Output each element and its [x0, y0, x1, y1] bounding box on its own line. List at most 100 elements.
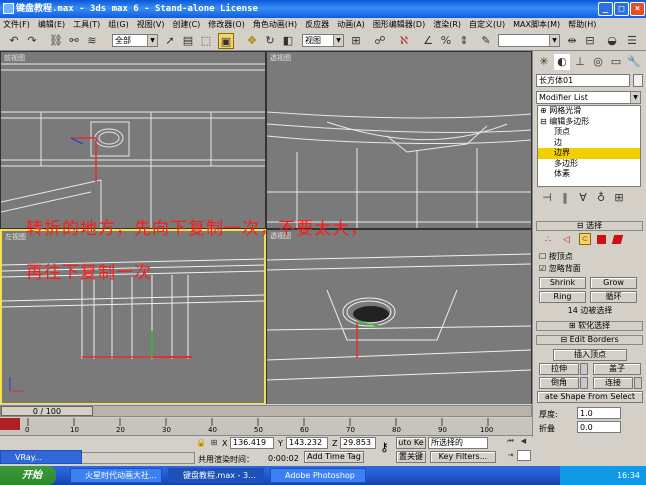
chamfer-button[interactable]: 倒角 [539, 377, 579, 389]
redo-icon[interactable]: ↷ [24, 33, 40, 49]
create-tab-icon[interactable]: ✳ [536, 54, 552, 70]
y-coordinate-field[interactable]: 143.232 [286, 437, 328, 449]
menu-animation[interactable]: 动画(A) [337, 18, 365, 31]
auto-key-button[interactable]: uto Ke [396, 437, 426, 449]
create-shape-button[interactable]: ate Shape From Select [537, 391, 643, 403]
transform-mode-icon[interactable]: ⊞ [208, 438, 220, 448]
by-vertex-checkbox[interactable]: ☐ 按顶点 [539, 251, 573, 262]
shrink-button[interactable]: Shrink [539, 277, 586, 289]
stack-item-border[interactable]: 边界 [538, 148, 640, 159]
menu-modifiers[interactable]: 修改器(O) [208, 18, 245, 31]
menu-tools[interactable]: 工具(T) [73, 18, 100, 31]
make-unique-icon[interactable]: ∀ [577, 190, 589, 206]
menu-customize[interactable]: 自定义(U) [469, 18, 505, 31]
remove-modifier-icon[interactable]: ♁ [595, 190, 607, 206]
pin-stack-icon[interactable]: ⊣ [541, 190, 553, 206]
element-mode-icon[interactable] [611, 235, 624, 244]
restore-button[interactable]: □ [614, 2, 629, 16]
add-time-tag-button[interactable]: Add Time Tag [304, 451, 364, 463]
move-icon[interactable]: ✥ [244, 33, 260, 49]
track-bar[interactable]: 0 10 20 30 40 50 60 70 80 90 100 [0, 418, 532, 436]
menu-graph-editors[interactable]: 图形编辑器(D) [373, 18, 425, 31]
named-selection-dropdown[interactable]: ▼ [498, 34, 560, 47]
spinner-snap-icon[interactable]: ⇕ [456, 33, 472, 49]
previous-frame-icon[interactable]: ◀ [518, 436, 529, 447]
render-icon[interactable]: ☰ [624, 33, 640, 49]
start-button[interactable]: 开始 [0, 466, 56, 485]
stack-item-polygon[interactable]: 多边形 [538, 159, 640, 170]
task-vray-small[interactable]: VRay... [0, 450, 82, 464]
motion-tab-icon[interactable]: ◎ [590, 54, 606, 70]
bind-spacewarp-icon[interactable]: ≋ [84, 33, 100, 49]
selection-rollout-header[interactable]: ⊟ 选择 [536, 221, 643, 231]
menu-views[interactable]: 视图(V) [137, 18, 165, 31]
key-filter-mode-dropdown[interactable]: 所选择的 [428, 437, 488, 449]
time-slider-thumb[interactable]: 0 / 100 [1, 406, 93, 416]
viewport-front[interactable]: 前视图 [0, 51, 266, 229]
selection-filter-dropdown[interactable]: 全部 ▼ [112, 34, 158, 47]
bridge-settings-button[interactable] [634, 377, 642, 389]
utilities-tab-icon[interactable]: 🔧 [626, 54, 642, 70]
time-slider[interactable]: 0 / 100 [0, 405, 532, 417]
extrude-button[interactable]: 拉伸 [539, 363, 579, 375]
ignore-backfacing-checkbox[interactable]: ☑ 忽略背面 [539, 263, 581, 274]
menu-reactor[interactable]: 反应器 [305, 18, 329, 31]
grow-button[interactable]: Grow [590, 277, 637, 289]
rotate-icon[interactable]: ↻ [262, 33, 278, 49]
named-selection-icon[interactable]: ✎ [478, 33, 494, 49]
z-coordinate-field[interactable]: 29.853 [340, 437, 376, 449]
reference-coord-dropdown[interactable]: 视图 ▼ [302, 34, 344, 47]
task-huoxing[interactable]: 火星时代动画大社... [70, 468, 162, 483]
window-crossing-icon[interactable]: ▣ [218, 33, 234, 49]
object-color-swatch[interactable] [633, 74, 643, 87]
stack-item-vertex[interactable]: 顶点 [538, 127, 640, 138]
bridge-button[interactable]: 连接 [593, 377, 633, 389]
percent-snap-icon[interactable]: % [438, 33, 454, 49]
edge-mode-icon[interactable]: ◁ [563, 235, 570, 245]
scale-icon[interactable]: ◧ [280, 33, 296, 49]
select-icon[interactable]: ➚ [162, 33, 178, 49]
select-manipulate-icon[interactable]: ☍ [372, 33, 388, 49]
modify-tab-icon[interactable]: ◐ [554, 54, 570, 70]
current-frame-field[interactable] [517, 450, 531, 461]
menu-character[interactable]: 角色动画(H) [253, 18, 297, 31]
chamfer-settings-button[interactable] [580, 377, 588, 389]
menu-edit[interactable]: 编辑(E) [38, 18, 65, 31]
menu-create[interactable]: 创建(C) [172, 18, 200, 31]
rect-region-icon[interactable]: ⬚ [198, 33, 214, 49]
viewport-perspective-top[interactable]: 透视图 [266, 51, 532, 229]
menu-help[interactable]: 帮助(H) [568, 18, 596, 31]
ring-button[interactable]: Ring [539, 291, 586, 303]
mirror-icon[interactable]: ⇹ [564, 33, 580, 49]
task-3dsmax[interactable]: 键盘教程.max - 3... [168, 468, 264, 483]
stack-item-edit-poly[interactable]: ⊟ 编辑多边形 [538, 117, 640, 128]
menu-group[interactable]: 组(G) [108, 18, 128, 31]
go-to-start-icon[interactable]: ⏮ [505, 436, 516, 447]
stack-item-edge[interactable]: 边 [538, 138, 640, 149]
link-icon[interactable]: ⛓ [48, 33, 64, 49]
task-photoshop[interactable]: Adobe Photoshop [270, 468, 366, 483]
set-key-button[interactable]: 置关键 [396, 451, 426, 463]
x-coordinate-field[interactable]: 136.419 [230, 437, 274, 449]
hierarchy-tab-icon[interactable]: ⊥ [572, 54, 588, 70]
undo-icon[interactable]: ↶ [6, 33, 22, 49]
loop-button[interactable]: 循环 [590, 291, 637, 303]
align-icon[interactable]: ⊟ [582, 33, 598, 49]
thickness-field[interactable]: 1.0 [577, 407, 621, 419]
lock-icon[interactable]: 🔒 [196, 438, 206, 448]
select-by-name-icon[interactable]: ▤ [180, 33, 196, 49]
insert-vertex-button[interactable]: 插入顶点 [553, 349, 627, 361]
soft-selection-rollout-header[interactable]: ⊞ 软化选择 [536, 321, 643, 331]
minimize-button[interactable]: _ [598, 2, 613, 16]
key-mode-icon[interactable]: ⇥ [505, 450, 516, 461]
polygon-mode-icon[interactable] [597, 235, 606, 244]
menu-rendering[interactable]: 渲染(R) [433, 18, 461, 31]
stack-item-element[interactable]: 体素 [538, 169, 640, 180]
viewport-perspective-bottom[interactable]: 透视图 [266, 229, 532, 405]
snap-icon[interactable]: ℵ [396, 33, 412, 49]
modifier-list-dropdown[interactable]: Modifier List ▼ [536, 91, 641, 104]
border-mode-icon[interactable]: ⊂ [579, 233, 591, 245]
pivot-icon[interactable]: ⊞ [348, 33, 364, 49]
stack-item-meshsmooth[interactable]: ⊕ 网格光滑 [538, 106, 640, 117]
show-end-result-icon[interactable]: ‖ [559, 190, 571, 206]
